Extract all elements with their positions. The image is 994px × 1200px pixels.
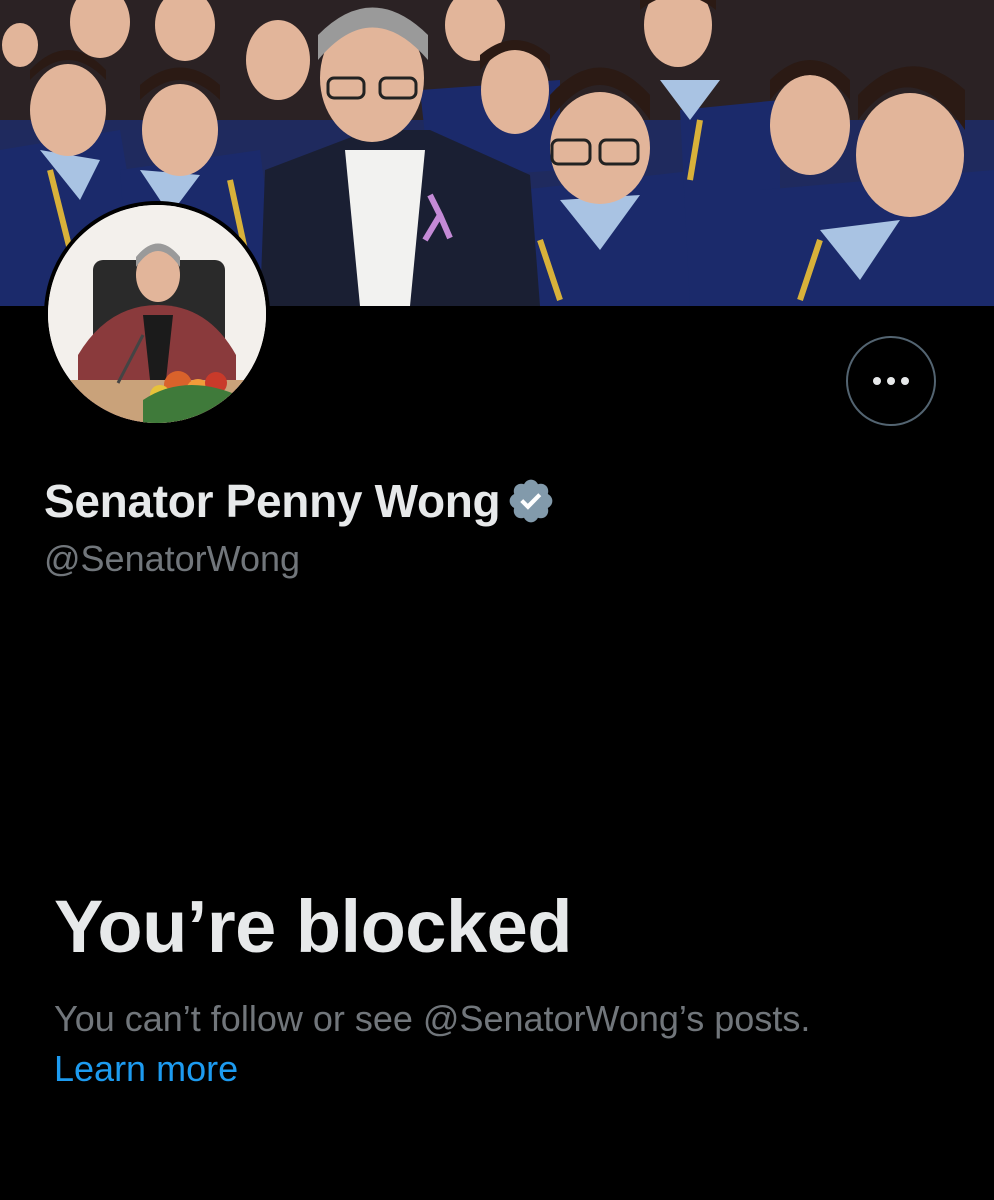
more-options-icon-dot xyxy=(887,377,895,385)
blocked-title: You’re blocked xyxy=(54,885,572,968)
more-options-icon xyxy=(873,377,881,385)
profile-name-row: Senator Penny Wong xyxy=(44,474,556,528)
more-options-icon-dot xyxy=(901,377,909,385)
more-options-button[interactable] xyxy=(846,336,936,426)
profile-handle: @SenatorWong xyxy=(44,538,301,579)
display-name: Senator Penny Wong xyxy=(44,475,501,527)
avatar-photo xyxy=(48,205,266,423)
profile-avatar[interactable] xyxy=(44,201,270,427)
learn-more-link[interactable]: Learn more xyxy=(54,1048,238,1090)
verified-checkmark-icon[interactable] xyxy=(506,476,556,526)
blocked-description: You can’t follow or see @SenatorWong’s p… xyxy=(54,998,811,1039)
